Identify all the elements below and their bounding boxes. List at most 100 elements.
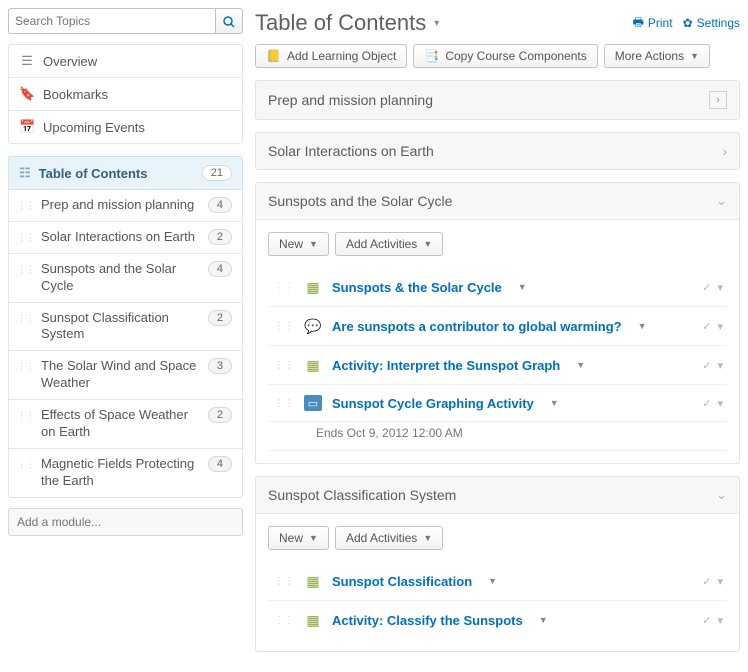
more-actions-button[interactable]: More Actions ▼: [604, 44, 710, 68]
checkmark-icon[interactable]: ✓: [702, 320, 711, 333]
checkmark-icon[interactable]: ✓: [702, 359, 711, 372]
content-item-link[interactable]: Activity: Classify the Sunspots: [332, 613, 523, 628]
module-title: Sunspot Classification System: [268, 487, 456, 503]
chevron-down-icon[interactable]: ▼: [638, 321, 647, 331]
add-activities-button[interactable]: Add Activities▼: [335, 526, 443, 550]
nav-bookmarks[interactable]: 🔖 Bookmarks: [9, 78, 242, 111]
module-header[interactable]: Prep and mission planning ›: [256, 81, 739, 119]
toc-item[interactable]: ⋮⋮ Sunspot Classification System 2: [9, 303, 242, 352]
toc-item-count: 4: [208, 197, 232, 213]
copy-icon: 📑: [424, 49, 439, 63]
module-panel: Sunspots and the Solar Cycle ⌄ New▼Add Act…: [255, 182, 740, 464]
chevron-down-icon: ▼: [423, 239, 432, 249]
new-button[interactable]: New▼: [268, 232, 329, 256]
chevron-down-icon[interactable]: ⌄: [716, 487, 727, 503]
toc-list: ⋮⋮Prep and mission planning4⋮⋮Solar Inte…: [8, 190, 243, 498]
discussion-icon: 💬: [304, 317, 322, 335]
module-header[interactable]: Solar Interactions on Earth›: [256, 133, 739, 169]
page-title-group[interactable]: Table of Contents ▾: [255, 10, 439, 36]
new-button[interactable]: New▼: [268, 526, 329, 550]
drag-handle-icon[interactable]: ⋮⋮: [17, 358, 35, 374]
chevron-right-icon[interactable]: ›: [723, 144, 727, 159]
toc-item[interactable]: ⋮⋮Prep and mission planning4: [9, 190, 242, 222]
chevron-down-icon[interactable]: ▼: [488, 576, 497, 586]
page-icon: ▦: [304, 356, 322, 374]
settings-label: Settings: [697, 16, 740, 30]
content-item-link[interactable]: Sunspot Classification: [332, 574, 472, 589]
chevron-down-icon[interactable]: ▾: [717, 575, 723, 588]
chevron-down-icon[interactable]: ▾: [717, 320, 723, 333]
chevron-down-icon: ▾: [434, 18, 439, 29]
module-header[interactable]: Sunspots and the Solar Cycle ⌄: [256, 183, 739, 220]
toc-heading-label: Table of Contents: [39, 166, 148, 181]
drag-handle-icon[interactable]: ⋮⋮: [17, 456, 35, 472]
toc-icon: ☷: [19, 165, 31, 181]
drag-handle-icon[interactable]: ⋮⋮: [274, 321, 294, 332]
chevron-down-icon: ▼: [690, 51, 699, 61]
page-icon: ▦: [304, 611, 322, 629]
module-title: Prep and mission planning: [268, 92, 433, 108]
chevron-down-icon: ▼: [309, 239, 318, 249]
toc-item[interactable]: ⋮⋮The Solar Wind and Space Weather3: [9, 351, 242, 400]
checkmark-icon[interactable]: ✓: [702, 397, 711, 410]
settings-link[interactable]: ✿ Settings: [683, 13, 740, 34]
add-lo-icon: 📒: [266, 49, 281, 63]
search-input[interactable]: [8, 8, 215, 34]
chevron-down-icon[interactable]: ▾: [717, 281, 723, 294]
chevron-down-icon[interactable]: ▾: [717, 614, 723, 627]
add-activities-button[interactable]: Add Activities▼: [335, 232, 443, 256]
toc-item-count: 2: [208, 229, 232, 245]
copy-course-components-button[interactable]: 📑 Copy Course Components: [413, 44, 597, 68]
drag-handle-icon[interactable]: ⋮⋮: [274, 576, 294, 587]
calendar-icon: 📅: [19, 119, 35, 135]
drag-handle-icon[interactable]: ⋮⋮: [274, 360, 294, 371]
nav-bookmarks-label: Bookmarks: [43, 87, 108, 102]
drag-handle-icon[interactable]: ⋮⋮: [17, 407, 35, 423]
toc-item[interactable]: ⋮⋮Effects of Space Weather on Earth2: [9, 400, 242, 449]
toc-item[interactable]: ⋮⋮Magnetic Fields Protecting the Earth4: [9, 449, 242, 497]
toc-item[interactable]: ⋮⋮Solar Interactions on Earth2: [9, 222, 242, 254]
drag-handle-icon[interactable]: ⋮⋮: [274, 398, 294, 409]
module-header[interactable]: Sunspot Classification System ⌄: [256, 477, 739, 514]
checkmark-icon[interactable]: ✓: [702, 281, 711, 294]
toc-item-count: 2: [208, 310, 232, 326]
content-item: ⋮⋮▦Sunspots & the Solar Cycle▼✓▾: [268, 268, 727, 307]
toc-item-label: Sunspot Classification System: [41, 310, 202, 344]
chevron-down-icon[interactable]: ⌄: [716, 193, 727, 209]
nav-overview-label: Overview: [43, 54, 97, 69]
add-module-input[interactable]: [8, 508, 243, 536]
dropbox-icon: ▭: [304, 395, 322, 411]
toc-item-label: Effects of Space Weather on Earth: [41, 407, 202, 441]
chevron-down-icon[interactable]: ▾: [717, 397, 723, 410]
nav-upcoming[interactable]: 📅 Upcoming Events: [9, 111, 242, 143]
content-item: ⋮⋮ 💬 Are sunspots a contributor to global …: [268, 307, 727, 346]
search-button[interactable]: [215, 8, 243, 34]
chevron-down-icon[interactable]: ▼: [539, 615, 548, 625]
chevron-down-icon[interactable]: ▼: [518, 282, 527, 292]
chevron-down-icon[interactable]: ▼: [576, 360, 585, 370]
gear-icon: ✿: [683, 16, 693, 30]
content-item-link[interactable]: Are sunspots a contributor to global war…: [332, 319, 622, 334]
drag-handle-icon[interactable]: ⋮⋮: [274, 282, 294, 293]
checkmark-icon[interactable]: ✓: [702, 575, 711, 588]
drag-handle-icon[interactable]: ⋮⋮: [17, 310, 35, 326]
content-item-link[interactable]: Activity: Interpret the Sunspot Graph: [332, 358, 560, 373]
checkmark-icon[interactable]: ✓: [702, 614, 711, 627]
drag-handle-icon[interactable]: ⋮⋮: [17, 229, 35, 245]
drag-handle-icon[interactable]: ⋮⋮: [17, 197, 35, 213]
chevron-right-icon[interactable]: ›: [709, 91, 727, 109]
content-item-link[interactable]: Sunspot Cycle Graphing Activity: [332, 396, 534, 411]
print-link[interactable]: 🖶 Print: [633, 13, 673, 34]
drag-handle-icon[interactable]: ⋮⋮: [274, 615, 294, 626]
toc-heading[interactable]: ☷ Table of Contents 21: [8, 156, 243, 190]
toc-item[interactable]: ⋮⋮Sunspots and the Solar Cycle4: [9, 254, 242, 303]
drag-handle-icon[interactable]: ⋮⋮: [17, 261, 35, 277]
content-item-link[interactable]: Sunspots & the Solar Cycle: [332, 280, 502, 295]
chevron-down-icon[interactable]: ▾: [717, 359, 723, 372]
module-title: Sunspots and the Solar Cycle: [268, 193, 452, 209]
nav-overview[interactable]: ☰ Overview: [9, 45, 242, 78]
chevron-down-icon[interactable]: ▼: [550, 398, 559, 408]
module-body: New▼Add Activities▼ ⋮⋮ ▦ Sunspot Classifica…: [256, 514, 739, 651]
add-learning-object-button[interactable]: 📒 Add Learning Object: [255, 44, 407, 68]
toc-item-label: The Solar Wind and Space Weather: [41, 358, 202, 392]
